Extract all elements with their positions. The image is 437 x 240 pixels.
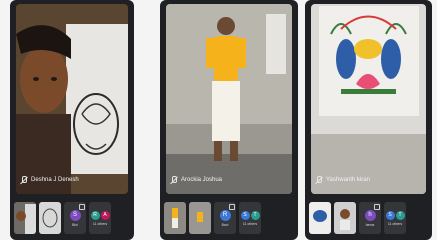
others-label: 11 others (242, 221, 258, 226)
thumbnail-image (164, 202, 186, 234)
mic-off-icon (229, 204, 235, 210)
self-view-thumbnail[interactable] (309, 202, 331, 234)
participant-avatar: R (219, 209, 231, 221)
participant-thumbnail[interactable] (39, 202, 61, 234)
participant-avatar: T (250, 210, 260, 220)
participant-strip: h hema S T 11 others (309, 200, 428, 236)
participant-avatar: S (240, 210, 250, 220)
others-avatars: S T (385, 210, 405, 220)
meeting-screen-3: Yashwanth kiran h hema S T 11 others (305, 0, 432, 240)
thumbnail-image (309, 202, 331, 234)
thumbnail-image (39, 202, 61, 234)
main-video-feed[interactable] (311, 4, 426, 194)
participant-chip[interactable]: h hema (359, 202, 381, 234)
self-view-thumbnail[interactable] (14, 202, 36, 234)
participant-name: Yashwanth kiran (326, 177, 370, 183)
thumbnail-image (334, 202, 356, 234)
participant-avatar: S (69, 209, 81, 221)
others-avatars: S T (240, 210, 260, 220)
participant-avatar: h (364, 209, 376, 221)
participant-chip[interactable]: R Bavi (214, 202, 236, 234)
participant-thumbnail[interactable] (334, 202, 356, 234)
participant-name: Arockia Joshua (181, 177, 223, 183)
participant-caption: Yashwanth kiran (311, 172, 426, 188)
mic-off-icon (374, 204, 380, 210)
meeting-screen-1: Deshna J Denesh S Bini R A 11 others (10, 0, 134, 240)
participant-strip: R Bavi S T 11 others (164, 200, 294, 236)
thumbnail-image (14, 202, 36, 234)
others-label: 11 others (387, 221, 403, 226)
mic-off-icon (170, 176, 178, 184)
others-label: 11 others (92, 221, 108, 226)
participant-avatar: S (385, 210, 395, 220)
mic-off-icon (79, 204, 85, 210)
video-frame-boy-standing (166, 4, 292, 194)
participant-avatar: T (395, 210, 405, 220)
mic-off-icon (20, 176, 28, 184)
participant-avatar: R (90, 210, 100, 220)
participant-thumbnail[interactable] (189, 202, 211, 234)
self-view-thumbnail[interactable] (164, 202, 186, 234)
thumbnail-image (189, 202, 211, 234)
mic-off-icon (315, 176, 323, 184)
others-avatars: R A (90, 210, 110, 220)
main-video-feed[interactable] (166, 4, 292, 194)
video-frame-girl-drawing (16, 4, 128, 194)
participant-chip-label: Bavi (221, 222, 229, 227)
others-chip[interactable]: R A 11 others (89, 202, 111, 234)
participant-name: Deshna J Denesh (31, 177, 79, 183)
meeting-screen-2: Arockia Joshua R Bavi S T 11 others (160, 0, 298, 240)
participant-caption: Deshna J Denesh (16, 172, 128, 188)
others-chip[interactable]: S T 11 others (384, 202, 406, 234)
main-video-feed[interactable] (16, 4, 128, 194)
video-frame-peacock-drawing (311, 4, 426, 194)
participant-strip: S Bini R A 11 others (14, 200, 130, 236)
participant-chip-label: hema (365, 222, 375, 227)
participant-chip-label: Bini (72, 222, 78, 227)
participant-chip[interactable]: S Bini (64, 202, 86, 234)
participant-caption: Arockia Joshua (166, 172, 292, 188)
participant-avatar: A (100, 210, 110, 220)
others-chip[interactable]: S T 11 others (239, 202, 261, 234)
